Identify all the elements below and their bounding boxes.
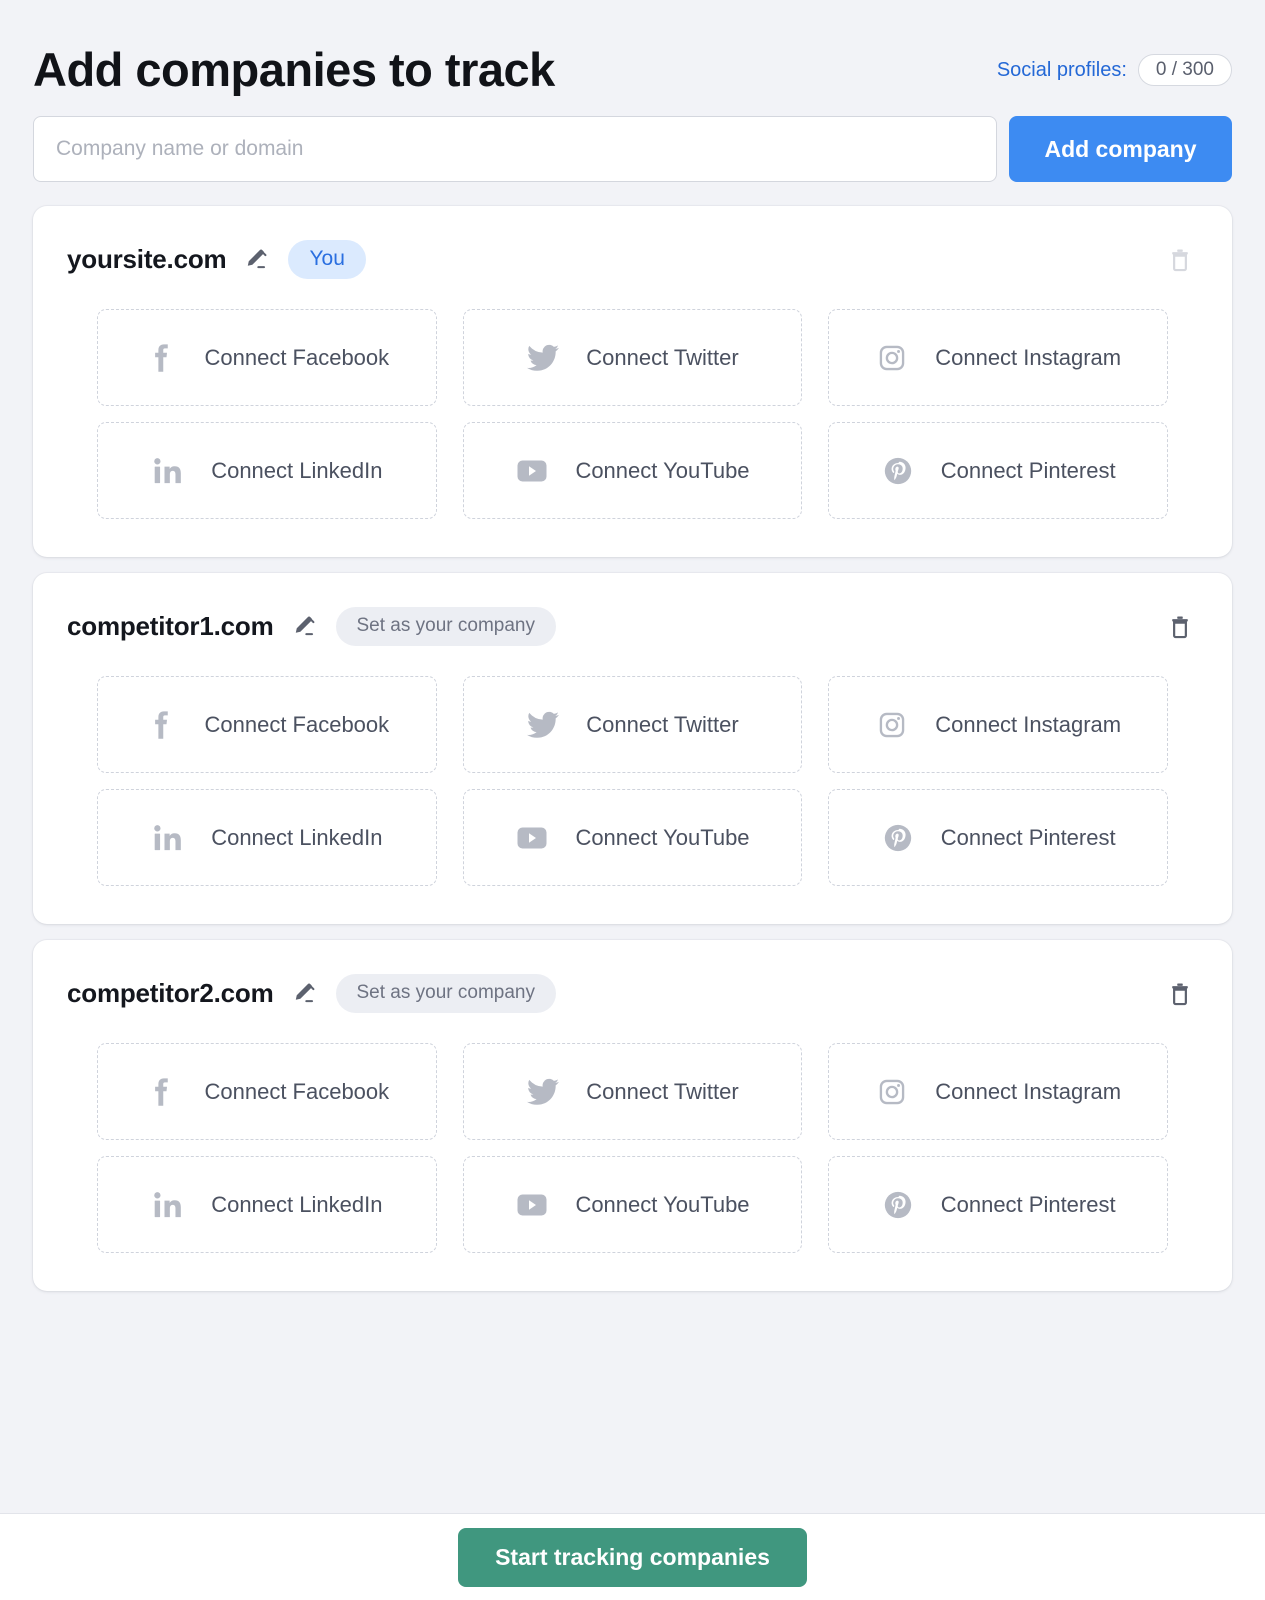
instagram-icon xyxy=(875,344,909,372)
instagram-icon xyxy=(875,1078,909,1106)
you-badge[interactable]: You xyxy=(288,240,366,280)
company-card: competitor1.com Set as your company Connec… xyxy=(33,573,1232,925)
connect-linkedin-button[interactable]: Connect LinkedIn xyxy=(97,422,437,520)
trash-icon[interactable] xyxy=(1162,976,1198,1012)
company-card-header: competitor1.com Set as your company xyxy=(65,607,1200,647)
connect-button-label: Connect LinkedIn xyxy=(211,457,383,483)
company-name: yoursite.com xyxy=(67,244,227,275)
company-card: competitor2.com Set as your company Connec… xyxy=(33,940,1232,1292)
page-footer: Start tracking companies xyxy=(0,1513,1265,1600)
pinterest-icon xyxy=(881,824,915,852)
youtube-icon xyxy=(515,460,549,482)
company-name: competitor2.com xyxy=(67,978,274,1009)
add-company-button[interactable]: Add company xyxy=(1009,116,1232,183)
connect-button-label: Connect Pinterest xyxy=(940,1191,1116,1217)
pinterest-icon xyxy=(881,457,915,485)
social-connect-grid: Connect Facebook Connect Twitter Connect I… xyxy=(65,1043,1200,1254)
social-profiles-count-badge: 0 / 300 xyxy=(1137,54,1232,87)
connect-button-label: Connect YouTube xyxy=(575,824,750,850)
pencil-icon[interactable] xyxy=(243,246,271,274)
pencil-icon[interactable] xyxy=(291,613,319,641)
connect-instagram-button[interactable]: Connect Instagram xyxy=(828,676,1168,774)
connect-twitter-button[interactable]: Connect Twitter xyxy=(462,309,803,407)
set-as-your-company-button[interactable]: Set as your company xyxy=(335,607,556,647)
connect-button-label: Connect Facebook xyxy=(204,1078,390,1104)
linkedin-icon xyxy=(151,458,185,484)
trash-icon xyxy=(1162,242,1198,278)
connect-instagram-button[interactable]: Connect Instagram xyxy=(828,1043,1168,1141)
social-connect-grid: Connect Facebook Connect Twitter Connect I… xyxy=(65,309,1200,520)
connect-twitter-button[interactable]: Connect Twitter xyxy=(462,1043,803,1141)
set-as-your-company-button[interactable]: Set as your company xyxy=(335,974,556,1014)
company-identity: competitor2.com Set as your company xyxy=(67,974,556,1014)
company-identity: yoursite.com You xyxy=(67,240,366,280)
connect-button-label: Connect LinkedIn xyxy=(211,824,383,850)
connect-facebook-button[interactable]: Connect Facebook xyxy=(97,309,437,407)
linkedin-icon xyxy=(151,1192,185,1218)
instagram-icon xyxy=(875,711,909,739)
add-company-row: Add company xyxy=(33,116,1232,183)
pinterest-icon xyxy=(881,1191,915,1219)
connect-instagram-button[interactable]: Connect Instagram xyxy=(828,309,1168,407)
trash-icon[interactable] xyxy=(1162,609,1198,645)
youtube-icon xyxy=(515,1194,549,1216)
connect-button-label: Connect Instagram xyxy=(935,344,1122,370)
connect-button-label: Connect Facebook xyxy=(204,344,390,370)
connect-button-label: Connect Twitter xyxy=(586,1078,739,1104)
connect-pinterest-button[interactable]: Connect Pinterest xyxy=(828,422,1168,520)
linkedin-icon xyxy=(151,825,185,851)
connect-button-label: Connect Twitter xyxy=(586,711,739,737)
twitter-icon xyxy=(526,344,560,372)
connect-facebook-button[interactable]: Connect Facebook xyxy=(97,676,437,774)
page-title: Add companies to track xyxy=(33,43,555,96)
company-card: yoursite.com You Connect Facebook Connect T… xyxy=(33,206,1232,558)
company-card-header: competitor2.com Set as your company xyxy=(65,974,1200,1014)
social-profiles-counter: Social profiles: 0 / 300 xyxy=(997,54,1232,94)
company-name: competitor1.com xyxy=(67,611,274,642)
add-companies-page: Add companies to track Social profiles: … xyxy=(0,0,1265,1600)
connect-youtube-button[interactable]: Connect YouTube xyxy=(462,422,803,520)
connect-youtube-button[interactable]: Connect YouTube xyxy=(462,1156,803,1254)
connect-linkedin-button[interactable]: Connect LinkedIn xyxy=(97,1156,437,1254)
connect-youtube-button[interactable]: Connect YouTube xyxy=(462,789,803,887)
facebook-icon xyxy=(144,1077,178,1107)
connect-twitter-button[interactable]: Connect Twitter xyxy=(462,676,803,774)
social-profiles-label: Social profiles: xyxy=(996,58,1127,81)
youtube-icon xyxy=(515,827,549,849)
company-card-header: yoursite.com You xyxy=(65,240,1200,280)
page-header: Add companies to track Social profiles: … xyxy=(33,0,1232,94)
twitter-icon xyxy=(526,1078,560,1106)
connect-button-label: Connect Instagram xyxy=(935,1078,1122,1104)
connect-button-label: Connect Pinterest xyxy=(940,824,1116,850)
connect-button-label: Connect Pinterest xyxy=(940,457,1116,483)
connect-button-label: Connect YouTube xyxy=(575,1191,750,1217)
facebook-icon xyxy=(144,710,178,740)
social-connect-grid: Connect Facebook Connect Twitter Connect I… xyxy=(65,676,1200,887)
connect-facebook-button[interactable]: Connect Facebook xyxy=(97,1043,437,1141)
twitter-icon xyxy=(526,711,560,739)
company-search-input[interactable] xyxy=(33,116,997,183)
connect-button-label: Connect Instagram xyxy=(935,711,1122,737)
connect-pinterest-button[interactable]: Connect Pinterest xyxy=(828,1156,1168,1254)
page-content: Add companies to track Social profiles: … xyxy=(0,0,1265,1513)
connect-button-label: Connect LinkedIn xyxy=(211,1191,383,1217)
connect-linkedin-button[interactable]: Connect LinkedIn xyxy=(97,789,437,887)
start-tracking-companies-button[interactable]: Start tracking companies xyxy=(458,1527,807,1587)
connect-button-label: Connect Twitter xyxy=(586,344,739,370)
facebook-icon xyxy=(144,343,178,373)
connect-pinterest-button[interactable]: Connect Pinterest xyxy=(828,789,1168,887)
connect-button-label: Connect Facebook xyxy=(204,711,390,737)
connect-button-label: Connect YouTube xyxy=(575,457,750,483)
company-identity: competitor1.com Set as your company xyxy=(67,607,556,647)
pencil-icon[interactable] xyxy=(291,980,319,1008)
company-card-list: yoursite.com You Connect Facebook Connect T… xyxy=(33,206,1232,1292)
